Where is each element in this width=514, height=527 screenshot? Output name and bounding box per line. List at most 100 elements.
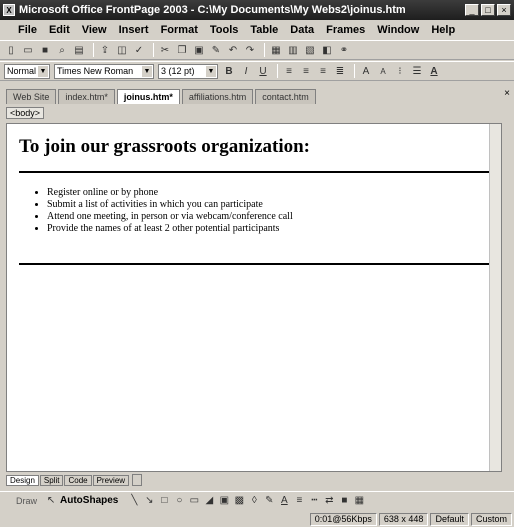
design-view-editor[interactable]: To join our grassroots organization: Reg… [6, 123, 502, 472]
style-value: Normal [7, 66, 37, 76]
justify-icon[interactable]: ≣ [333, 64, 347, 78]
code-view-icon[interactable]: ◧ [320, 43, 334, 57]
underline-icon[interactable]: U [256, 64, 270, 78]
search-icon[interactable]: ⌕ [55, 43, 69, 57]
align-center-icon[interactable]: ≡ [299, 64, 313, 78]
page-heading: To join our grassroots organization: [19, 136, 311, 157]
menu-format[interactable]: Format [161, 24, 198, 36]
tab-design[interactable]: Design [6, 474, 39, 486]
hyperlink-icon[interactable]: ⚭ [337, 43, 351, 57]
select-objects-icon[interactable]: ↖ [45, 495, 57, 507]
fill-color-icon[interactable]: ◊ [248, 495, 260, 507]
toolbar-separator [153, 43, 154, 57]
picture-icon[interactable]: ▧ [303, 43, 317, 57]
horizontal-scrollbar[interactable] [132, 474, 143, 486]
menu-frames[interactable]: Frames [326, 24, 365, 36]
close-button[interactable]: × [497, 4, 511, 16]
cut-icon[interactable]: ✂ [158, 43, 172, 57]
minimize-button[interactable]: _ [465, 4, 479, 16]
mode-indicator: Default [430, 512, 469, 526]
line-color-icon[interactable]: ✎ [263, 495, 275, 507]
list-item: Provide the names of at least 2 other po… [47, 223, 293, 235]
body-tag[interactable]: <body> [6, 107, 45, 119]
arrow-icon[interactable]: ↘ [143, 495, 155, 507]
arrow-style-icon[interactable]: ⇄ [323, 495, 335, 507]
menu-tools[interactable]: Tools [210, 24, 239, 36]
insert-picture-icon[interactable]: ▣ [218, 495, 230, 507]
list-item: Submit a list of activities in which you… [47, 199, 293, 211]
copy-icon[interactable]: ❐ [175, 43, 189, 57]
horizontal-rule [19, 171, 501, 173]
italic-icon[interactable]: I [239, 64, 253, 78]
preview-icon[interactable]: ◫ [115, 43, 129, 57]
line-style-icon[interactable]: ≡ [293, 495, 305, 507]
format-painter-icon[interactable]: ✎ [209, 43, 223, 57]
clipart-icon[interactable]: ▩ [233, 495, 245, 507]
menu-help[interactable]: Help [431, 24, 455, 36]
new-icon[interactable]: ▯ [4, 43, 18, 57]
font-size-value: 3 (12 pt) [161, 66, 195, 76]
tab-index[interactable]: index.htm* [58, 89, 115, 104]
print-icon[interactable]: ▤ [72, 43, 86, 57]
style-dropdown[interactable]: Normal ▼ [4, 63, 50, 79]
vertical-scrollbar[interactable] [489, 124, 501, 471]
shadow-icon[interactable]: ■ [338, 495, 350, 507]
chevron-down-icon: ▼ [142, 65, 152, 77]
font-dropdown[interactable]: Times New Roman ▼ [54, 63, 154, 79]
list-item: Attend one meeting, in person or via web… [47, 211, 293, 223]
menu-window[interactable]: Window [377, 24, 419, 36]
save-icon[interactable]: ■ [38, 43, 52, 57]
tab-preview[interactable]: Preview [92, 474, 130, 486]
tab-contact[interactable]: contact.htm [255, 89, 316, 104]
font-color-icon[interactable]: A [427, 64, 441, 78]
bold-icon[interactable]: B [222, 64, 236, 78]
line-icon[interactable]: ╲ [128, 495, 140, 507]
page-size[interactable]: 638 x 448 [378, 512, 429, 526]
menu-edit[interactable]: Edit [49, 24, 70, 36]
align-right-icon[interactable]: ≡ [316, 64, 330, 78]
menu-view[interactable]: View [82, 24, 107, 36]
3d-icon[interactable]: ▦ [353, 495, 365, 507]
dash-style-icon[interactable]: ┅ [308, 495, 320, 507]
tab-web-site[interactable]: Web Site [6, 89, 57, 104]
tab-joinus[interactable]: joinus.htm* [116, 89, 180, 104]
chevron-down-icon: ▼ [206, 65, 216, 77]
insert-layer-icon[interactable]: ▦ [269, 43, 283, 57]
decrease-font-icon[interactable]: A [376, 64, 390, 78]
frontpage-app-icon[interactable]: X [3, 4, 15, 16]
toolbar-separator [354, 64, 355, 78]
paste-icon[interactable]: ▣ [192, 43, 206, 57]
menu-data[interactable]: Data [290, 24, 314, 36]
wordart-icon[interactable]: ◢ [203, 495, 215, 507]
draw-menu[interactable]: Draw [16, 496, 37, 506]
font-color-draw-icon[interactable]: A [278, 495, 290, 507]
menu-file[interactable]: File [18, 24, 37, 36]
font-size-dropdown[interactable]: 3 (12 pt) ▼ [158, 63, 218, 79]
table-icon[interactable]: ▥ [286, 43, 300, 57]
numbering-icon[interactable]: ⁝ [393, 64, 407, 78]
autoshapes-menu[interactable]: AutoShapes [60, 495, 118, 506]
maximize-button[interactable]: □ [481, 4, 495, 16]
menu-table[interactable]: Table [250, 24, 278, 36]
toolbar-separator [264, 43, 265, 57]
tab-affiliations[interactable]: affiliations.htm [181, 89, 254, 104]
tab-code[interactable]: Code [64, 474, 92, 486]
open-icon[interactable]: ▭ [21, 43, 35, 57]
undo-icon[interactable]: ↶ [226, 43, 240, 57]
spelling-icon[interactable]: ✓ [132, 43, 146, 57]
menu-bar: File Edit View Insert Format Tools Table… [0, 21, 514, 39]
download-time: 0:01@56Kbps [309, 512, 377, 526]
menu-insert[interactable]: Insert [119, 24, 149, 36]
standard-toolbar: ▯ ▭ ■ ⌕ ▤ ⇪ ◫ ✓ ✂ ❐ ▣ ✎ ↶ ↷ ▦ ▥ ▧ ◧ ⚭ [0, 40, 514, 60]
close-page-icon[interactable]: × [504, 88, 510, 99]
bullets-icon[interactable]: ☰ [410, 64, 424, 78]
align-left-icon[interactable]: ≡ [282, 64, 296, 78]
textbox-icon[interactable]: ▭ [188, 495, 200, 507]
increase-font-icon[interactable]: A [359, 64, 373, 78]
rectangle-icon[interactable]: □ [158, 495, 170, 507]
tab-split[interactable]: Split [39, 474, 64, 486]
oval-icon[interactable]: ○ [173, 495, 185, 507]
publish-icon[interactable]: ⇪ [98, 43, 112, 57]
redo-icon[interactable]: ↷ [243, 43, 257, 57]
view-tabs: Design Split Code Preview [6, 473, 514, 487]
